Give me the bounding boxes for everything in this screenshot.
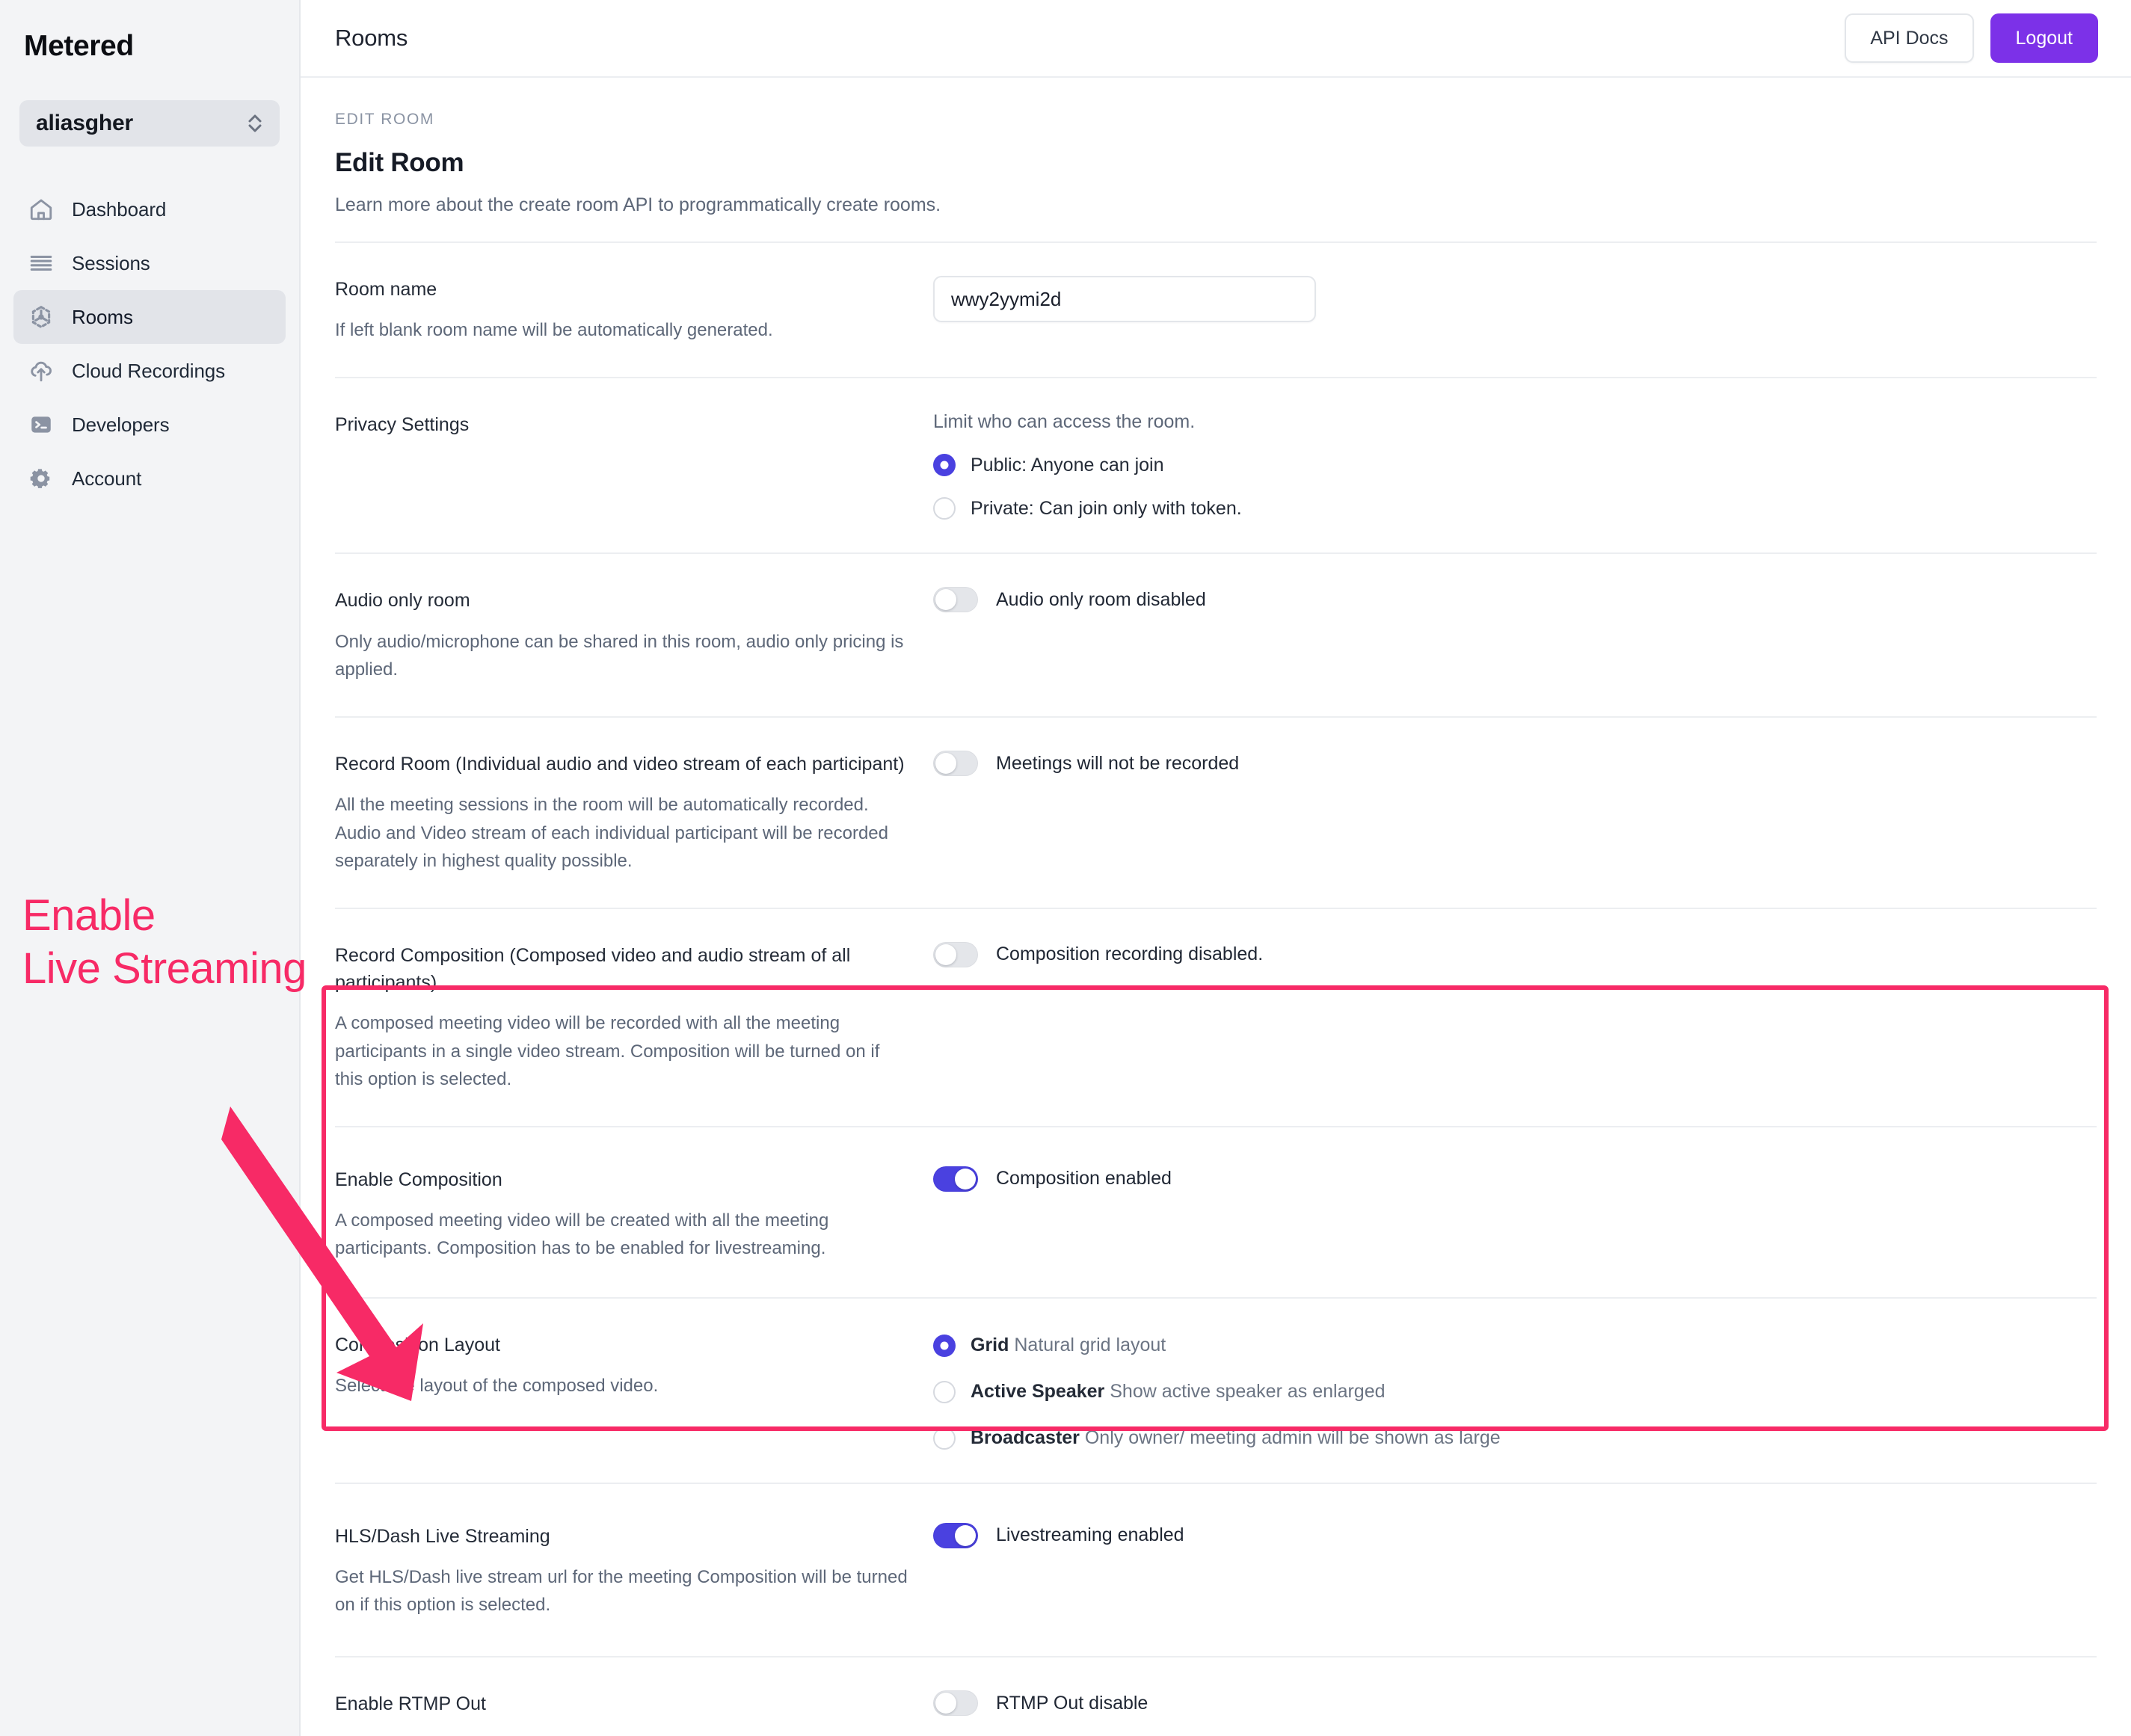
sidebar-item-account[interactable]: Account (13, 452, 286, 505)
record-room-hint: All the meeting sessions in the room wil… (335, 795, 889, 871)
privacy-right-header: Limit who can access the room. (933, 411, 1196, 433)
record-composition-toggle-row[interactable]: Composition recording disabled. (933, 941, 2097, 967)
hls-dash-hint: Get HLS/Dash live stream url for the mee… (335, 1566, 908, 1615)
privacy-option-label: Public: Anyone can join (971, 454, 1164, 475)
row-enable-rtmp-out: Enable RTMP Out When enabled you can pro… (335, 1657, 2097, 1736)
record-room-toggle[interactable] (933, 751, 978, 777)
privacy-option-private[interactable]: Private: Can join only with token. (933, 497, 2097, 520)
room-name-label: Room name (335, 279, 437, 300)
row-record-room: Record Room (Individual audio and video … (335, 718, 2097, 908)
record-room-toggle-row[interactable]: Meetings will not be recorded (933, 751, 2097, 777)
breadcrumb: EDIT ROOM (335, 111, 435, 128)
hls-dash-toggle[interactable] (933, 1522, 978, 1548)
layout-option-name: Grid (971, 1335, 1009, 1356)
privacy-option-public[interactable]: Public: Anyone can join (933, 454, 2097, 477)
audio-only-hint: Only audio/microphone can be shared in t… (335, 631, 904, 680)
annotation-arrow-icon (221, 1106, 423, 1401)
layout-option-broadcaster[interactable]: Broadcaster Only owner/ meeting admin wi… (933, 1426, 2097, 1450)
record-composition-toggle-label: Composition recording disabled. (996, 944, 1264, 965)
annotation-text: Enable Live Streaming (22, 890, 307, 996)
sidebar-item-label: Rooms (72, 305, 133, 328)
audio-only-label: Audio only room (335, 590, 470, 612)
topbar: Rooms API Docs Logout (301, 0, 2131, 78)
terminal-icon (27, 410, 55, 439)
privacy-option-label: Private: Can join only with token. (971, 497, 1242, 519)
sidebar-item-developers[interactable]: Developers (13, 398, 286, 452)
audio-only-toggle[interactable] (933, 587, 978, 613)
radio-icon-active-speaker[interactable] (933, 1380, 956, 1403)
chevron-up-down-icon (247, 112, 263, 135)
hls-dash-label: HLS/Dash Live Streaming (335, 1525, 550, 1547)
sidebar-item-sessions[interactable]: Sessions (13, 236, 286, 290)
layout-option-grid[interactable]: Grid Natural grid layout (933, 1334, 2097, 1357)
sidebar-nav: Dashboard Sessions Rooms Cloud Recording… (0, 182, 299, 505)
layout-option-desc: Natural grid layout (1014, 1335, 1166, 1356)
radio-icon-public[interactable] (933, 454, 956, 477)
enable-composition-toggle-row[interactable]: Composition enabled (933, 1166, 2097, 1192)
account-selector[interactable]: aliasgher (19, 100, 280, 147)
sidebar: Metered aliasgher Dashboard Sessions Roo… (0, 0, 301, 1736)
page-subtitle: Learn more about the create room API to … (335, 194, 941, 215)
rtmp-out-toggle-row[interactable]: RTMP Out disable (933, 1690, 2097, 1717)
page-heading: Rooms (335, 25, 408, 51)
sidebar-item-label: Developers (72, 413, 170, 436)
topbar-actions: API Docs Logout (1845, 13, 2098, 63)
enable-composition-toggle[interactable] (933, 1166, 978, 1192)
radio-icon-private[interactable] (933, 497, 956, 520)
privacy-label: Privacy Settings (335, 414, 470, 436)
radio-icon-grid[interactable] (933, 1334, 956, 1357)
layout-option-desc: Only owner/ meeting admin will be shown … (1084, 1427, 1501, 1449)
page-content: EDIT ROOM Edit Room Learn more about the… (301, 111, 2131, 1736)
rooms-hexagon-icon (27, 303, 55, 331)
row-room-name: Room name If left blank room name will b… (335, 243, 2097, 377)
row-privacy-settings: Privacy Settings Limit who can access th… (335, 378, 2097, 552)
row-record-composition: Record Composition (Composed video and a… (335, 909, 2097, 1126)
layout-option-name: Active Speaker (971, 1381, 1105, 1403)
home-icon (27, 195, 55, 224)
layout-option-desc: Show active speaker as enlarged (1110, 1381, 1386, 1403)
rtmp-out-hint: When enabled you can provide the RTMP UR… (335, 1731, 911, 1736)
logout-button[interactable]: Logout (1990, 13, 2098, 63)
api-docs-button[interactable]: API Docs (1845, 13, 1974, 63)
record-composition-hint: A composed meeting video will be recorde… (335, 1013, 880, 1089)
record-room-label: Record Room (Individual audio and video … (335, 754, 905, 775)
list-lines-icon (27, 249, 55, 277)
audio-only-toggle-label: Audio only room disabled (996, 588, 1206, 610)
sidebar-item-rooms[interactable]: Rooms (13, 290, 286, 344)
gear-icon (27, 464, 55, 493)
row-enable-composition: Enable Composition A composed meeting vi… (335, 1127, 2097, 1297)
record-composition-label: Record Composition (Composed video and a… (335, 944, 851, 994)
audio-only-toggle-row[interactable]: Audio only room disabled (933, 587, 2097, 613)
page-title: Edit Room (335, 148, 464, 177)
room-name-hint: If left blank room name will be automati… (335, 320, 773, 341)
account-selector-value: aliasgher (36, 111, 133, 135)
rtmp-out-toggle-label: RTMP Out disable (996, 1692, 1148, 1714)
enable-composition-toggle-label: Composition enabled (996, 1168, 1172, 1189)
sidebar-item-cloud-recordings[interactable]: Cloud Recordings (13, 344, 286, 398)
brand-logo: Metered (24, 30, 134, 62)
row-composition-layout: Composition Layout Select the layout of … (335, 1299, 2097, 1483)
sidebar-item-label: Account (72, 467, 142, 490)
rtmp-out-label: Enable RTMP Out (335, 1693, 486, 1715)
cloud-upload-icon (27, 357, 55, 385)
layout-option-name: Broadcaster (971, 1427, 1080, 1449)
main-panel: Rooms API Docs Logout EDIT ROOM Edit Roo… (301, 0, 2131, 1736)
annotation-line-2: Live Streaming (22, 944, 307, 993)
rtmp-out-toggle[interactable] (933, 1690, 978, 1717)
radio-icon-broadcaster[interactable] (933, 1426, 956, 1450)
row-hls-dash: HLS/Dash Live Streaming Get HLS/Dash liv… (335, 1484, 2097, 1657)
hls-dash-toggle-label: Livestreaming enabled (996, 1524, 1184, 1546)
record-room-toggle-label: Meetings will not be recorded (996, 752, 1240, 774)
sidebar-item-label: Sessions (72, 251, 150, 274)
room-name-input[interactable] (933, 276, 1316, 322)
sidebar-item-label: Dashboard (72, 197, 167, 221)
hls-dash-toggle-row[interactable]: Livestreaming enabled (933, 1522, 2097, 1548)
sidebar-item-dashboard[interactable]: Dashboard (13, 182, 286, 236)
sidebar-item-label: Cloud Recordings (72, 359, 226, 382)
row-audio-only: Audio only room Only audio/microphone ca… (335, 554, 2097, 716)
record-composition-toggle[interactable] (933, 941, 978, 967)
layout-option-active-speaker[interactable]: Active Speaker Show active speaker as en… (933, 1380, 2097, 1403)
annotation-line-1: Enable (22, 891, 156, 940)
